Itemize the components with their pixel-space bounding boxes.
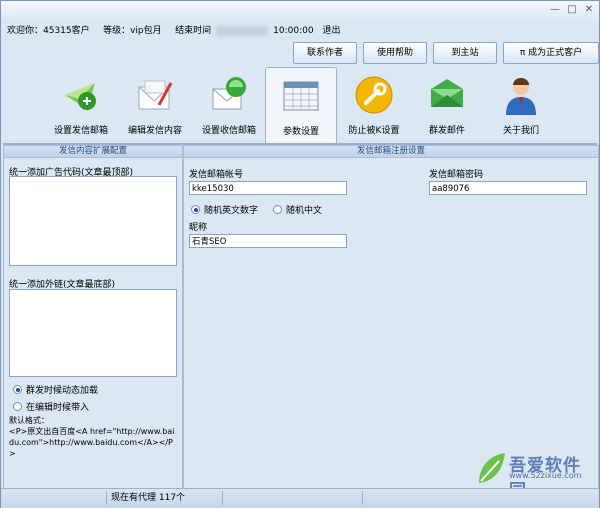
radio-dynamic-load[interactable]: 群发时候动态加载 <box>13 383 98 396</box>
green-envelope-icon <box>431 79 463 107</box>
main-site-button[interactable]: 到主站 <box>433 42 497 64</box>
panel-title: 发信内容扩展配置 <box>4 146 182 158</box>
panel-title: 发信邮箱注册设置 <box>184 146 598 158</box>
top-button-row: 联系作者 使用帮助 到主站 π 成为正式客户 <box>293 42 599 64</box>
end-date-value: 2016-05-24 <box>215 26 269 36</box>
tool-label: 参数设置 <box>282 127 319 137</box>
level-text: 等级：vip包月 <box>103 26 162 36</box>
leaf-logo-icon <box>479 453 505 483</box>
outlink-textarea[interactable] <box>9 289 177 377</box>
radio-label: 随机中文 <box>286 206 323 216</box>
nickname-label: 昵称 <box>189 223 208 233</box>
tool-receive-mailbox[interactable]: 设置收信邮箱 <box>197 67 261 141</box>
welcome-text: 欢迎你：45315客户 <box>7 26 90 36</box>
status-segment-empty <box>223 491 363 505</box>
account-input[interactable]: kke15030 <box>189 181 347 195</box>
password-label: 发信邮箱密码 <box>429 170 484 180</box>
status-segment-empty <box>3 491 107 505</box>
proxy-count-status: 现在有代理 117个 <box>107 491 223 505</box>
close-icon[interactable]: ✕ <box>583 5 595 15</box>
default-format-text: 默认格式： <P>原文出自百度<A href="http://www.baidu… <box>9 415 179 459</box>
tool-edit-content[interactable]: 编辑发信内容 <box>123 67 187 141</box>
tool-label: 群发邮件 <box>428 126 465 136</box>
end-time-value: 10:00:00 <box>273 26 314 36</box>
watermark-url: www.52zixue.com <box>509 471 582 480</box>
radio-random-chinese[interactable]: 随机中文 <box>273 203 322 216</box>
site-watermark: 吾爱软件园 www.52zixue.com <box>473 449 593 501</box>
minimize-icon[interactable]: — <box>549 5 561 15</box>
help-button[interactable]: 使用帮助 <box>363 42 427 64</box>
tool-label: 设置收信邮箱 <box>201 126 256 136</box>
tool-label: 设置发信邮箱 <box>53 126 108 136</box>
tool-param-settings[interactable]: 参数设置 <box>265 67 337 144</box>
tool-label: 编辑发信内容 <box>127 126 182 136</box>
radio-label: 随机英文数字 <box>204 206 259 216</box>
receive-mail-icon <box>212 77 246 110</box>
account-label: 发信邮箱帐号 <box>189 170 244 180</box>
sender-register-panel: 发信邮箱注册设置 <box>183 145 599 489</box>
format-body: <P>原文出自百度<A href="http://www.baidu.com">… <box>9 427 175 458</box>
tool-label: 防止被K设置 <box>348 126 400 136</box>
title-bar: — □ ✕ <box>1 1 599 21</box>
radio-dot <box>13 402 22 411</box>
format-title: 默认格式： <box>9 416 49 425</box>
app-window: — □ ✕ 欢迎你：45315客户 等级：vip包月 结束时间 2016-05-… <box>0 0 600 508</box>
radio-dot <box>273 205 282 214</box>
become-customer-button[interactable]: π 成为正式客户 <box>503 42 599 64</box>
contact-author-button[interactable]: 联系作者 <box>293 42 357 64</box>
wrench-icon <box>355 76 393 114</box>
send-mail-icon <box>65 83 96 110</box>
edit-letter-icon <box>138 80 173 110</box>
tool-anti-k-settings[interactable]: 防止被K设置 <box>341 67 407 141</box>
calendar-settings-icon <box>283 81 319 111</box>
window-controls: — □ ✕ <box>549 5 595 15</box>
radio-edit-insert[interactable]: 在编辑时候带入 <box>13 400 89 413</box>
main-toolbar: 设置发信邮箱 编辑发信内容 设置收信邮箱 参数设置 防止被K设置 群发邮件 关于… <box>1 67 599 144</box>
tool-about-us[interactable]: 关于我们 <box>491 67 551 141</box>
tool-mass-mail[interactable]: 群发邮件 <box>417 67 477 141</box>
end-time-label: 结束时间 <box>175 26 212 36</box>
user-avatar-icon <box>506 78 536 115</box>
password-input[interactable]: aa89076 <box>429 181 587 195</box>
radio-label: 群发时候动态加载 <box>26 386 99 396</box>
maximize-icon[interactable]: □ <box>566 5 578 15</box>
tool-send-mailbox[interactable]: 设置发信邮箱 <box>49 67 113 141</box>
tool-label: 关于我们 <box>502 126 539 136</box>
logout-link[interactable]: 退出 <box>322 26 340 36</box>
account-info-bar: 欢迎你：45315客户 等级：vip包月 结束时间 2016-05-24 10:… <box>7 23 342 36</box>
status-bar: 现在有代理 117个 <box>1 488 599 508</box>
ad-code-textarea[interactable] <box>9 176 177 266</box>
nickname-input[interactable]: 石青SEO <box>189 234 347 248</box>
status-segment-empty <box>363 491 595 505</box>
radio-label: 在编辑时候带入 <box>26 403 90 413</box>
radio-random-english[interactable]: 随机英文数字 <box>191 203 258 216</box>
radio-dot-selected <box>191 205 200 214</box>
radio-dot-selected <box>13 385 22 394</box>
